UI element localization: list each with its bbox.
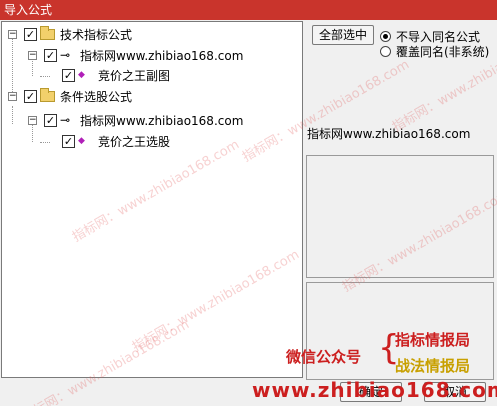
- tree-item-source[interactable]: ✓ ⊸ 指标网www.zhibiao168.com: [44, 46, 243, 64]
- tree-group-label: 条件选股公式: [60, 89, 133, 104]
- collapse-icon[interactable]: −: [8, 92, 17, 101]
- wechat-label: 微信公众号: [286, 348, 362, 366]
- tree-line: [32, 124, 33, 142]
- formula-tree[interactable]: − ✓ 技术指标公式 − ✓ ⊸ 指标网www.zhibiao168.com ✓…: [1, 21, 303, 378]
- folder-icon: [40, 87, 55, 102]
- description-panel: [306, 155, 494, 278]
- checkbox-checked-icon[interactable]: ✓: [62, 134, 75, 148]
- radio-unselected-icon[interactable]: [380, 46, 391, 57]
- promo-line-2: 战法情报局: [395, 357, 471, 375]
- tree-line: [12, 106, 13, 124]
- folder-icon: [40, 25, 55, 40]
- tree-item-label: 指标网www.zhibiao168.com: [80, 48, 244, 63]
- checkbox-checked-icon[interactable]: ✓: [24, 27, 37, 41]
- promo-url: www.zhibiao168.com: [252, 378, 497, 402]
- window-title: 导入公式: [4, 3, 53, 17]
- tree-group-stock-screening[interactable]: ✓ 条件选股公式: [24, 87, 132, 105]
- tree-line: [40, 142, 50, 143]
- formula-icon: ◆: [78, 136, 85, 146]
- checkbox-checked-icon[interactable]: ✓: [44, 48, 57, 62]
- checkbox-checked-icon[interactable]: ✓: [24, 89, 37, 103]
- title-bar: 导入公式: [0, 0, 497, 20]
- select-all-button[interactable]: 全部选中: [312, 25, 374, 45]
- checkbox-checked-icon[interactable]: ✓: [44, 113, 57, 127]
- radio-selected-icon[interactable]: [380, 31, 391, 42]
- collapse-icon[interactable]: −: [28, 51, 37, 60]
- tree-leaf-formula[interactable]: ✓ ◆ 竞价之王副图: [62, 66, 170, 84]
- promo-line-1: 指标情报局: [395, 331, 471, 349]
- tree-leaf-formula[interactable]: ✓ ◆ 竞价之王选股: [62, 132, 170, 150]
- formula-icon: ◆: [78, 70, 85, 80]
- tree-line: [40, 76, 50, 77]
- tree-item-source[interactable]: ✓ ⊸ 指标网www.zhibiao168.com: [44, 111, 243, 129]
- collapse-icon[interactable]: −: [8, 30, 17, 39]
- formula-source-label: 指标网www.zhibiao168.com: [307, 127, 471, 141]
- tree-leaf-label: 竞价之王选股: [98, 134, 171, 149]
- key-icon: ⊸: [60, 113, 71, 127]
- collapse-icon[interactable]: −: [28, 116, 37, 125]
- tree-item-label: 指标网www.zhibiao168.com: [80, 113, 244, 128]
- tree-line: [32, 58, 33, 76]
- tree-line: [12, 34, 13, 94]
- tree-group-label: 技术指标公式: [60, 27, 133, 42]
- tree-leaf-label: 竞价之王副图: [98, 68, 171, 83]
- key-icon: ⊸: [60, 48, 71, 62]
- import-formula-dialog: 导入公式 − ✓ 技术指标公式 − ✓ ⊸ 指标网www.zhibiao168.…: [0, 0, 497, 406]
- checkbox-checked-icon[interactable]: ✓: [62, 68, 75, 82]
- tree-group-indicator-formulas[interactable]: ✓ 技术指标公式: [24, 25, 132, 43]
- radio-overwrite-duplicates[interactable]: 覆盖同名(非系统): [380, 43, 489, 60]
- radio-label: 覆盖同名(非系统): [396, 45, 490, 59]
